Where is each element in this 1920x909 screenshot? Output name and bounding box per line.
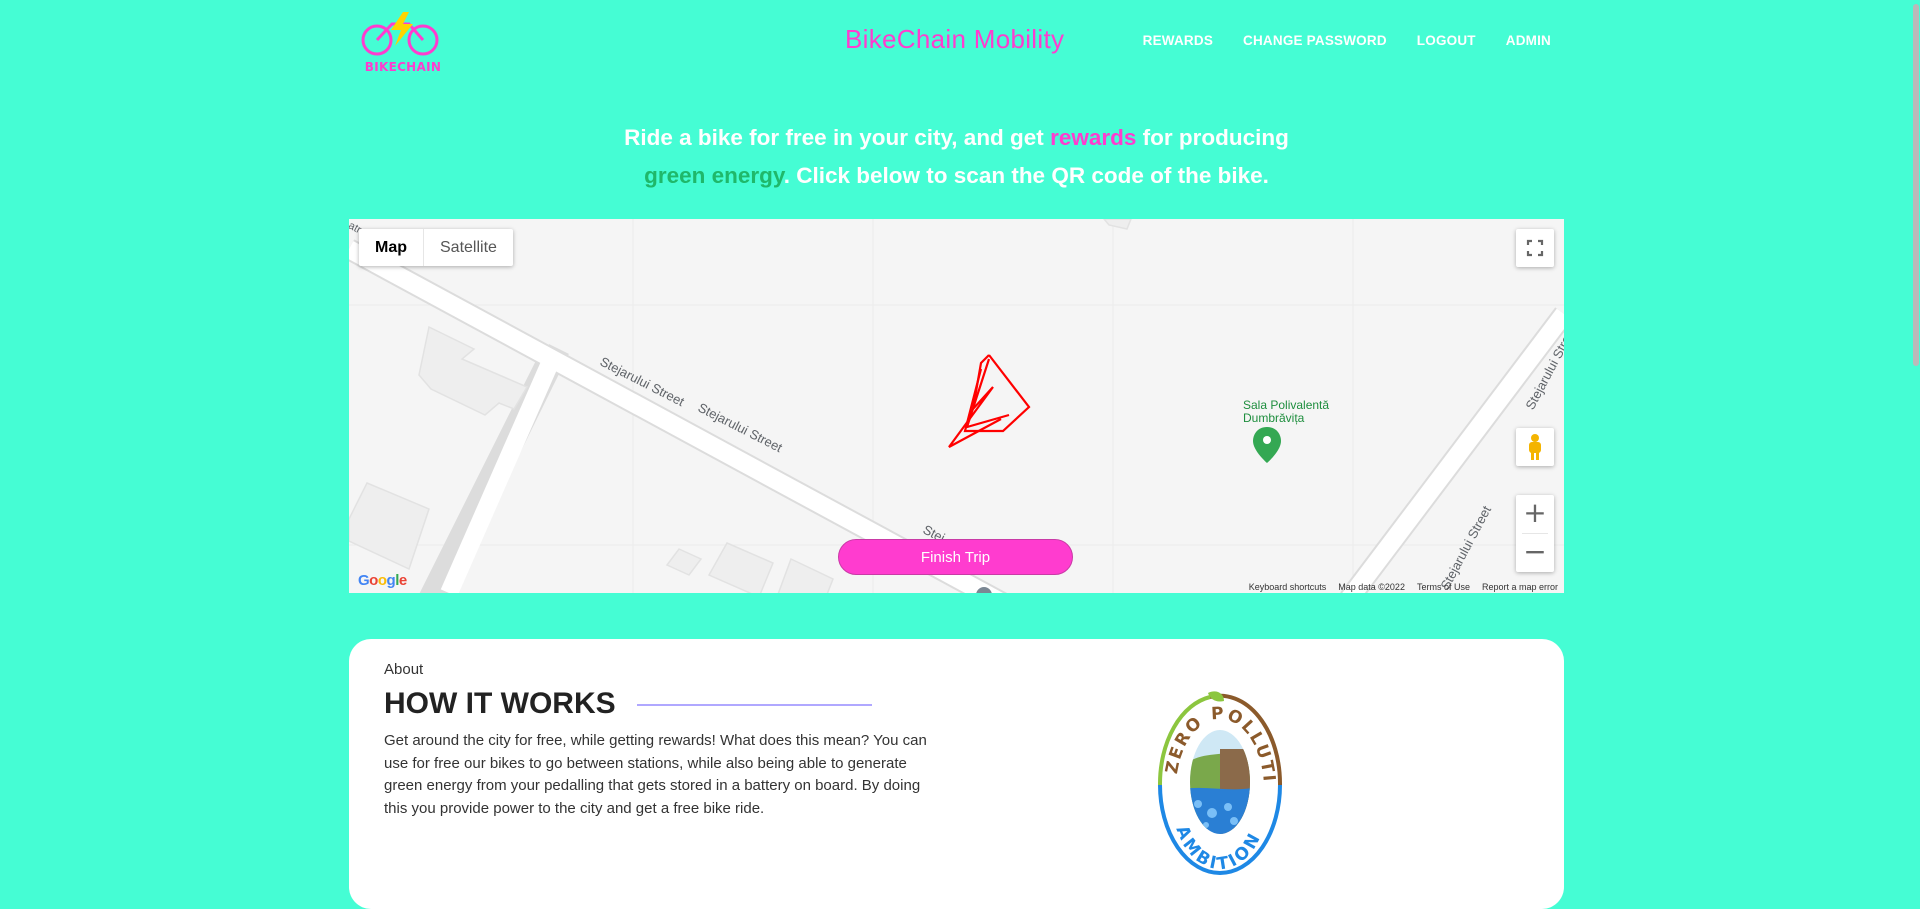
terms-link[interactable]: Terms of Use <box>1417 582 1470 592</box>
logo-text: BIKECHAIN <box>364 60 442 74</box>
nav-rewards[interactable]: REWARDS <box>1143 33 1213 48</box>
main-nav: REWARDS CHANGE PASSWORD LOGOUT ADMIN <box>1143 33 1551 48</box>
keyboard-shortcuts-link[interactable]: Keyboard shortcuts <box>1249 582 1327 592</box>
trip-route <box>948 354 1031 448</box>
hero-part1: Ride a bike for free in your city, and g… <box>624 125 1051 150</box>
page-scrollbar[interactable] <box>1912 0 1920 898</box>
zoom-out-button[interactable]: − <box>1516 534 1554 572</box>
hero-green-energy: green energy <box>644 163 784 188</box>
map-canvas[interactable] <box>349 219 1564 593</box>
nav-admin[interactable]: ADMIN <box>1506 33 1551 48</box>
finish-trip-button[interactable]: Finish Trip <box>838 539 1073 575</box>
zoom-in-button[interactable]: + <box>1516 495 1554 533</box>
fullscreen-icon <box>1526 239 1544 257</box>
about-label: About <box>384 661 424 678</box>
title-underline <box>637 704 872 706</box>
hero-rewards: rewards <box>1050 125 1137 150</box>
about-description: Get around the city for free, while gett… <box>384 732 927 817</box>
nav-logout[interactable]: LOGOUT <box>1417 33 1476 48</box>
hero-part2: for producing <box>1136 125 1289 150</box>
poi-label[interactable]: Sala Polivalentă Dumbrăvița <box>1243 399 1343 425</box>
street-view-pegman[interactable] <box>1516 428 1554 466</box>
report-error-link[interactable]: Report a map error <box>1482 582 1558 592</box>
google-logo[interactable]: Google <box>358 572 407 589</box>
bike-logo-icon <box>361 12 439 56</box>
map-type-satellite-button[interactable]: Satellite <box>424 229 513 266</box>
nav-change-password[interactable]: CHANGE PASSWORD <box>1243 33 1387 48</box>
zero-pollution-ambition-badge: ZERO POLLUTION AMBITION <box>1154 689 1283 875</box>
map[interactable]: Stejarului Street Stejarului Street Stej… <box>349 219 1564 593</box>
map-attribution: Keyboard shortcuts Map data ©2022 Terms … <box>1249 582 1558 592</box>
brand-title[interactable]: BikeChain Mobility <box>845 24 1064 55</box>
pegman-icon <box>1529 434 1541 460</box>
map-type-control: Map Satellite <box>359 229 513 266</box>
how-it-works-title: HOW IT WORKS <box>384 687 616 720</box>
zoom-control: + − <box>1516 495 1554 572</box>
poi-marker-icon[interactable] <box>1253 427 1281 463</box>
scrollbar-thumb[interactable] <box>1913 4 1919 366</box>
logo[interactable]: BIKECHAIN <box>359 8 443 76</box>
site-header: BIKECHAIN BikeChain Mobility REWARDS CHA… <box>349 0 1564 82</box>
fullscreen-button[interactable] <box>1516 229 1554 267</box>
hero-part3: . Click below to scan the QR code of the… <box>783 163 1269 188</box>
map-type-map-button[interactable]: Map <box>359 229 424 266</box>
map-data-text: Map data ©2022 <box>1338 582 1405 592</box>
about-card: About HOW IT WORKS Get around the city f… <box>349 639 1564 909</box>
hero-text: Ride a bike for free in your city, and g… <box>349 119 1564 195</box>
